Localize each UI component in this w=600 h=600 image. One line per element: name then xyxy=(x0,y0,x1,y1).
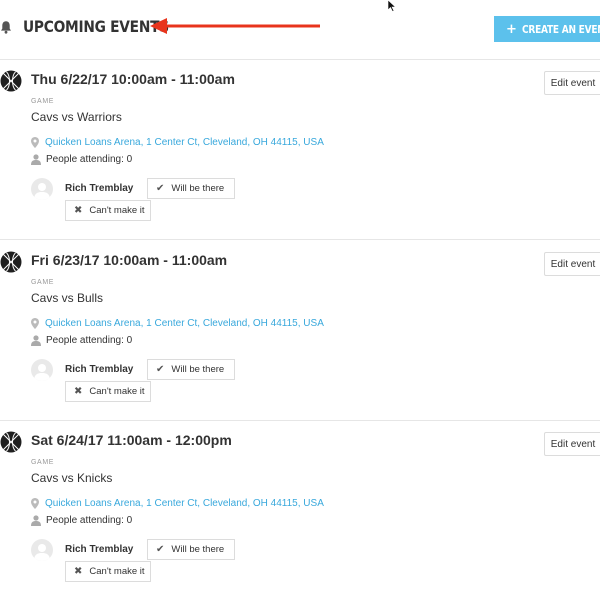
basketball-icon xyxy=(0,251,22,273)
attendee-name: Rich Tremblay xyxy=(65,183,134,194)
attendance-count: People attending: 0 xyxy=(46,153,133,165)
x-icon: ✖ xyxy=(74,205,83,216)
will-be-there-label: Will be there xyxy=(171,364,225,375)
cant-make-it-label: Can't make it xyxy=(89,205,145,216)
will-be-there-button[interactable]: ✔ Will be there xyxy=(147,178,235,199)
x-icon: ✖ xyxy=(74,386,83,397)
will-be-there-label: Will be there xyxy=(171,544,225,555)
event-date: Thu 6/22/17 10:00am - 11:00am xyxy=(31,71,235,87)
location-link[interactable]: Quicken Loans Arena, 1 Center Ct, Clevel… xyxy=(45,318,324,329)
attendance-count: People attending: 0 xyxy=(46,514,133,526)
check-icon: ✔ xyxy=(156,364,165,375)
event-name: Cavs vs Warriors xyxy=(31,110,122,124)
map-pin-icon xyxy=(31,317,39,329)
avatar xyxy=(31,539,53,561)
cant-make-it-label: Can't make it xyxy=(89,386,145,397)
edit-event-button[interactable]: Edit event xyxy=(544,71,600,95)
person-icon xyxy=(31,514,41,526)
will-be-there-button[interactable]: ✔ Will be there xyxy=(147,539,235,560)
will-be-there-label: Will be there xyxy=(171,183,225,194)
will-be-there-button[interactable]: ✔ Will be there xyxy=(147,359,235,380)
event-card: Sat 6/24/17 11:00am - 12:00pm Edit event… xyxy=(0,421,600,600)
person-icon xyxy=(34,364,50,381)
create-event-label: CREATE AN EVENT xyxy=(521,22,600,36)
bell-icon xyxy=(1,21,11,34)
event-date: Fri 6/23/17 10:00am - 11:00am xyxy=(31,252,228,268)
plus-icon: + xyxy=(506,21,517,37)
attendance-row: People attending: 0 xyxy=(31,152,132,166)
cant-make-it-button[interactable]: ✖ Can't make it xyxy=(65,381,151,402)
page-title: UPCOMING EVENTS xyxy=(23,17,169,36)
map-pin-icon xyxy=(31,136,39,148)
cant-make-it-button[interactable]: ✖ Can't make it xyxy=(65,561,151,582)
check-icon: ✔ xyxy=(156,183,165,194)
annotation-arrow-icon xyxy=(150,18,320,34)
person-icon xyxy=(34,183,50,200)
check-icon: ✔ xyxy=(156,544,165,555)
cant-make-it-label: Can't make it xyxy=(89,566,145,577)
event-type: GAME xyxy=(31,459,55,466)
location-row: Quicken Loans Arena, 1 Center Ct, Clevel… xyxy=(31,316,324,330)
edit-event-button[interactable]: Edit event xyxy=(544,252,600,276)
event-type: GAME xyxy=(31,279,55,286)
event-card: Thu 6/22/17 10:00am - 11:00am Edit event… xyxy=(0,60,600,240)
person-icon xyxy=(34,544,50,561)
event-type: GAME xyxy=(31,98,55,105)
event-name: Cavs vs Bulls xyxy=(31,291,104,305)
location-row: Quicken Loans Arena, 1 Center Ct, Clevel… xyxy=(31,496,324,510)
location-link[interactable]: Quicken Loans Arena, 1 Center Ct, Clevel… xyxy=(45,137,324,148)
basketball-icon xyxy=(0,431,22,453)
mouse-cursor-icon xyxy=(387,0,397,12)
x-icon: ✖ xyxy=(74,566,83,577)
map-pin-icon xyxy=(31,497,39,509)
cant-make-it-button[interactable]: ✖ Can't make it xyxy=(65,200,151,221)
attendance-row: People attending: 0 xyxy=(31,333,132,347)
attendance-row: People attending: 0 xyxy=(31,513,132,527)
person-icon xyxy=(31,153,41,165)
basketball-icon xyxy=(0,70,22,92)
create-event-button[interactable]: + CREATE AN EVENT xyxy=(494,16,600,42)
attendee-name: Rich Tremblay xyxy=(65,544,134,555)
person-icon xyxy=(31,334,41,346)
location-link[interactable]: Quicken Loans Arena, 1 Center Ct, Clevel… xyxy=(45,498,324,509)
event-date: Sat 6/24/17 11:00am - 12:00pm xyxy=(31,432,232,448)
page-header: UPCOMING EVENTS + CREATE AN EVENT xyxy=(0,0,600,60)
event-name: Cavs vs Knicks xyxy=(31,471,113,485)
event-card: Fri 6/23/17 10:00am - 11:00am Edit event… xyxy=(0,241,600,421)
avatar xyxy=(31,359,53,381)
attendee-name: Rich Tremblay xyxy=(65,364,134,375)
attendance-count: People attending: 0 xyxy=(46,334,133,346)
edit-event-button[interactable]: Edit event xyxy=(544,432,600,456)
avatar xyxy=(31,178,53,200)
location-row: Quicken Loans Arena, 1 Center Ct, Clevel… xyxy=(31,135,324,149)
